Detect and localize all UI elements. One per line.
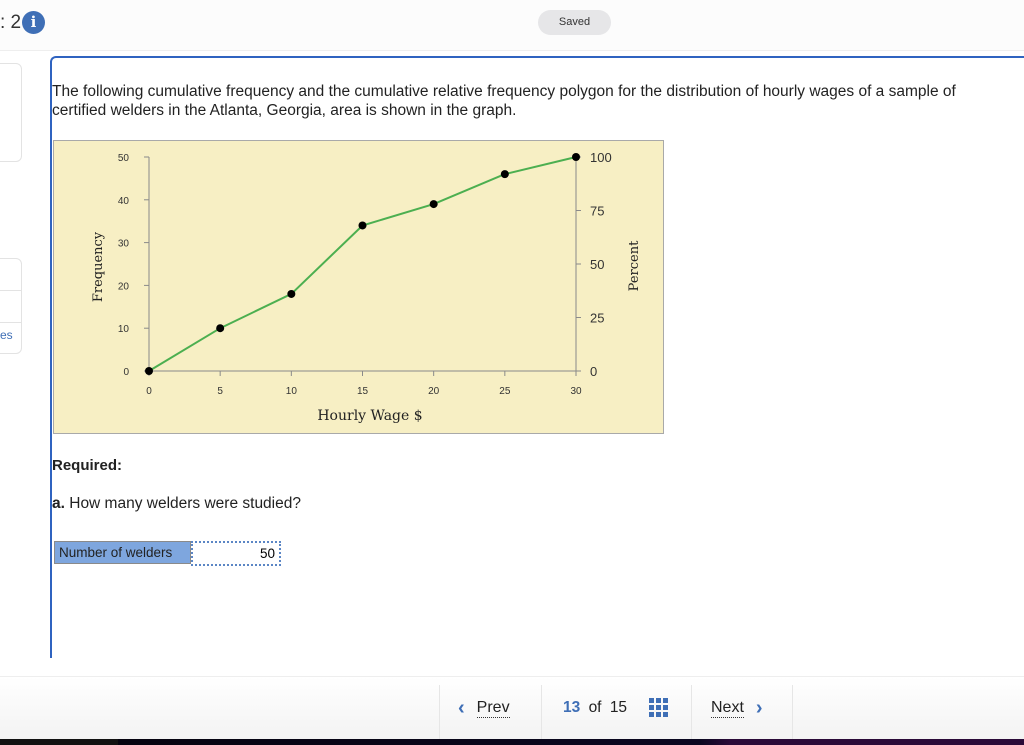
prev-label: Prev <box>476 699 510 718</box>
answer-label: Number of welders <box>54 541 191 564</box>
required-heading: Required: <box>52 457 123 474</box>
top-bar: : 2 i Saved <box>0 0 1024 51</box>
prompt-line-1: The following cumulative frequency and t… <box>52 83 956 100</box>
question-number: : 2 <box>0 12 22 33</box>
y2-tick-label: 75 <box>590 204 604 219</box>
data-point <box>216 324 225 333</box>
grid-icon[interactable] <box>649 698 668 717</box>
next-label: Next <box>711 699 744 718</box>
x-tick-label: 10 <box>286 386 298 397</box>
x-tick-label: 30 <box>570 386 582 397</box>
saved-status-badge: Saved <box>538 10 611 35</box>
y2-tick-label: 25 <box>590 311 604 326</box>
data-point <box>287 289 296 298</box>
chart: 0 10 20 30 40 50 0 25 50 75 100 0 5 10 15 20 25 30 Hourly… <box>53 140 664 434</box>
data-point <box>429 200 438 209</box>
prev-button[interactable]: ‹ Prev <box>458 697 510 720</box>
y2-tick-label: 100 <box>590 150 612 165</box>
nav-divider <box>541 685 542 743</box>
y-axis-label: Frequency <box>91 231 106 302</box>
x-axis-label: Hourly Wage $ <box>317 408 422 424</box>
chevron-left-icon: ‹ <box>458 697 465 719</box>
prompt-line-2: certified welders in the Atlanta, Georgi… <box>52 102 517 119</box>
chevron-right-icon: › <box>755 697 763 719</box>
sidebar-menu-item[interactable] <box>0 291 21 323</box>
y-tick-label: 10 <box>118 324 130 335</box>
part-a-prefix: a. <box>52 495 65 512</box>
current-page: 13 <box>563 699 581 716</box>
next-button[interactable]: Next › <box>711 697 763 720</box>
answer-row: Number of welders <box>54 541 281 566</box>
question-part-a: a. How many welders were studied? <box>52 495 301 513</box>
x-tick-label: 25 <box>499 386 511 397</box>
data-point <box>358 221 367 230</box>
sidebar-menu-item[interactable] <box>0 259 21 291</box>
series-line <box>148 156 577 372</box>
y-tick-label: 30 <box>118 239 130 250</box>
x-tick-label: 20 <box>428 386 440 397</box>
nav-divider <box>792 685 793 743</box>
y-tick-label: 0 <box>123 367 129 378</box>
y2-tick-label: 50 <box>590 257 604 272</box>
part-a-text: How many welders were studied? <box>64 495 301 512</box>
of-label: of <box>588 699 602 716</box>
nav-divider <box>439 685 440 743</box>
y2-axis-label: Percent <box>627 240 642 291</box>
total-pages: 15 <box>609 699 628 716</box>
y-tick-label: 20 <box>118 281 130 292</box>
number-of-welders-input[interactable] <box>191 541 281 566</box>
y-tick-label: 50 <box>118 153 130 164</box>
x-tick-label: 5 <box>217 386 223 397</box>
question-prompt: The following cumulative frequency and t… <box>52 82 1024 120</box>
nav-divider <box>691 685 692 743</box>
sidebar-card <box>0 63 22 162</box>
footer-nav: ‹ Prev 13 of 15 Next › <box>0 676 1024 743</box>
data-point <box>500 170 509 179</box>
info-icon[interactable]: i <box>22 11 45 34</box>
data-point <box>145 367 153 375</box>
os-taskbar <box>0 739 1024 745</box>
y2-tick-label: 0 <box>590 364 597 379</box>
x-tick-label: 15 <box>357 386 369 397</box>
page-indicator: 13 of 15 <box>563 699 627 717</box>
y-tick-label: 40 <box>118 196 130 207</box>
chart-svg: 0 10 20 30 40 50 0 25 50 75 100 0 5 10 15 20 25 30 Hourly… <box>91 150 642 424</box>
x-tick-label: 0 <box>146 386 152 397</box>
sidebar-link[interactable]: es <box>0 328 13 342</box>
data-point <box>572 153 580 161</box>
